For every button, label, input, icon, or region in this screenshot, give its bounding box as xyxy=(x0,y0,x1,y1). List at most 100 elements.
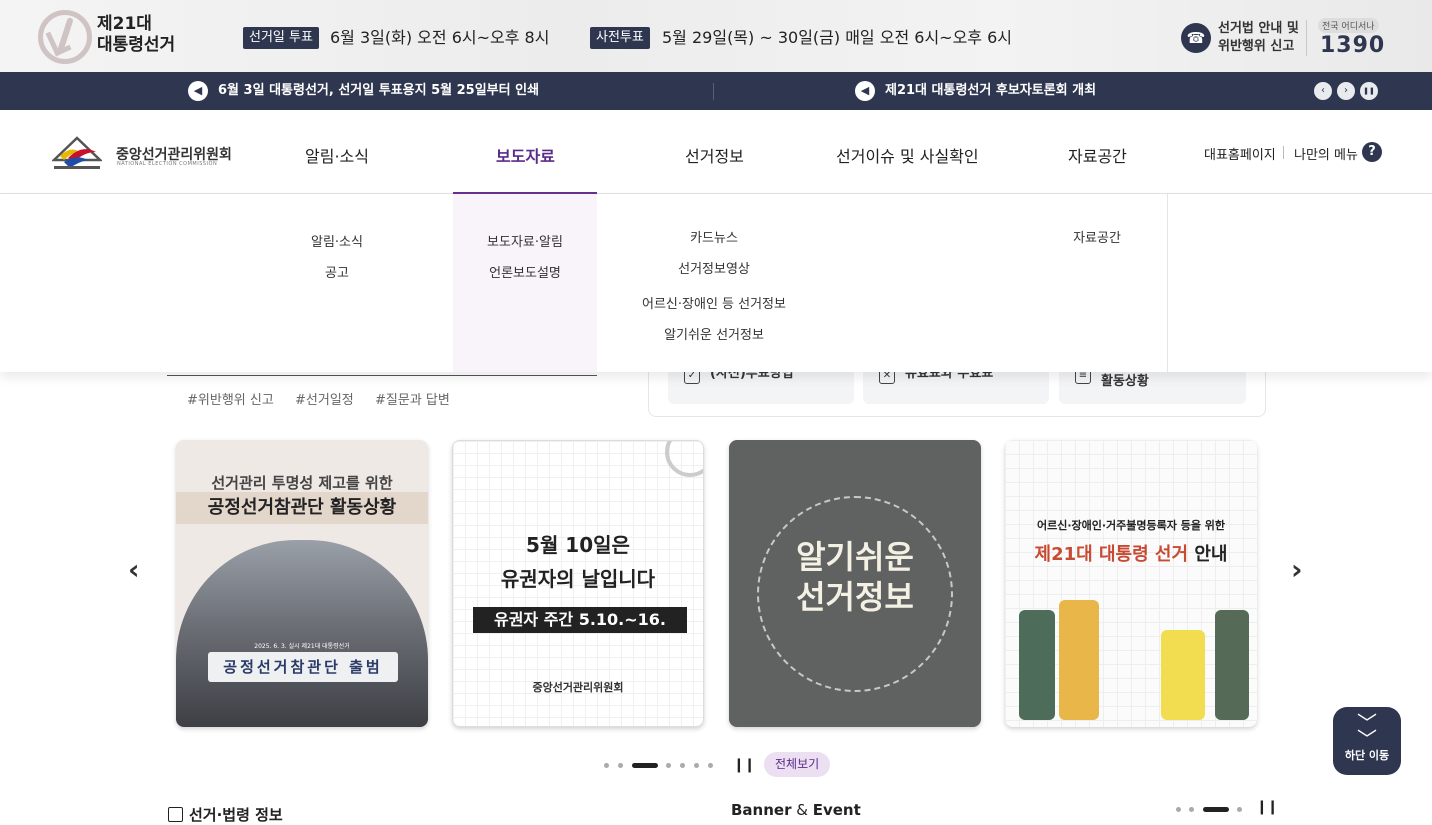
notice-item[interactable]: ◀ 6월 3일 대통령선거, 선거일 투표용지 5월 25일부터 인쇄 xyxy=(188,80,539,102)
person-illustration xyxy=(1019,610,1055,720)
hashtag-link[interactable]: #선거일정 xyxy=(295,389,354,408)
quick-link-label: 활동상황 xyxy=(1101,374,1149,389)
election-day-text: 6월 3일(화) 오전 6시~오후 8시 xyxy=(330,28,550,47)
person-illustration xyxy=(1215,610,1249,720)
hashtag-link[interactable]: #질문과 답변 xyxy=(375,389,450,408)
notice-text: 6월 3일 대통령선거, 선거일 투표용지 5월 25일부터 인쇄 xyxy=(218,83,540,98)
pagination-dot-active[interactable] xyxy=(1203,807,1229,812)
card-title: 제21대 대통령 선거 안내 xyxy=(1005,540,1257,566)
notice-text: 제21대 대통령선거 후보자토론회 개최 xyxy=(885,83,1097,98)
pagination-dot[interactable] xyxy=(680,763,685,768)
hashtag-link[interactable]: #위반행위 신고 xyxy=(187,389,274,408)
card-title: 선거정보 xyxy=(796,578,914,616)
election-title[interactable]: 제21대 대통령선거 xyxy=(97,14,175,56)
pagination-dot[interactable] xyxy=(618,763,623,768)
notice-ticker: ◀ 6월 3일 대통령선거, 선거일 투표용지 5월 25일부터 인쇄 ◀ 제21대… xyxy=(0,72,1432,110)
speaker-icon: ◀ xyxy=(855,80,875,101)
pagination-dot-active[interactable] xyxy=(632,763,658,768)
divider xyxy=(1306,20,1307,56)
carousel-card[interactable]: 5월 10일은 유권자의 날입니다 유권자 주간 5.10.~16. 중앙선거관… xyxy=(452,440,704,727)
main-homepage-link[interactable]: 대표홈페이지 xyxy=(1204,144,1276,163)
submenu-item[interactable]: 자료공간 xyxy=(1073,227,1121,246)
person-illustration xyxy=(1161,630,1205,720)
menu-issues[interactable]: 선거이슈 및 사실확인 xyxy=(836,143,979,167)
banner-event-title: Banner & Event xyxy=(731,801,861,819)
menu-archive[interactable]: 자료공간 xyxy=(1068,143,1127,167)
early-vote-tag: 사전투표 xyxy=(590,27,650,49)
person-illustration xyxy=(1059,600,1099,720)
pagination-dot[interactable] xyxy=(666,763,671,768)
card-caption: 2025. 6. 3. 실시 제21대 대통령선거 xyxy=(254,643,350,650)
chevron-double-down-icon: ﹀ ﹀ xyxy=(1357,711,1377,751)
help-icon[interactable]: ? xyxy=(1362,142,1382,162)
banner-pause-icon[interactable]: ❙❙ xyxy=(1256,799,1278,815)
carousel-card[interactable]: 알기쉬운 선거정보 xyxy=(729,440,981,727)
menu-news[interactable]: 알림·소식 xyxy=(305,143,369,167)
my-menu-link[interactable]: 나만의 메뉴 xyxy=(1294,144,1358,163)
logo-subtext: NATIONAL ELECTION COMMISSION xyxy=(117,161,218,167)
submenu-item[interactable]: 보도자료·알림 xyxy=(487,231,563,250)
main-navigation: 중앙선거관리위원회 NATIONAL ELECTION COMMISSION 알… xyxy=(0,110,1432,194)
notice-item[interactable]: ◀ 제21대 대통령선거 후보자토론회 개최 xyxy=(855,80,1096,102)
carousel-card[interactable]: 어르신·장애인·거주불명등록자 등을 위한 제21대 대통령 선거 안내 xyxy=(1005,440,1257,727)
early-vote-text: 5월 29일(목) ~ 30일(금) 매일 오전 6시~오후 6시 xyxy=(662,28,1013,47)
pagination-dot[interactable] xyxy=(1176,807,1181,812)
submenu-item[interactable]: 카드뉴스 xyxy=(690,227,738,246)
active-column-highlight xyxy=(453,194,597,372)
call-line1: 선거법 안내 및 xyxy=(1218,21,1299,36)
copy-icon xyxy=(168,807,183,822)
notice-prev-button[interactable]: ‹ xyxy=(1314,82,1332,100)
section-title-amp: & xyxy=(791,801,813,819)
carousel-next-icon[interactable]: › xyxy=(1291,553,1303,586)
scroll-bottom-button[interactable]: ﹀ ﹀ 하단 이동 xyxy=(1333,707,1401,775)
pagination-dot[interactable] xyxy=(694,763,699,768)
card-subtitle: 선거관리 투명성 제고를 위한 xyxy=(211,474,393,492)
election-title-line2: 대통령선거 xyxy=(97,35,176,55)
submenu-item[interactable]: 어르신·장애인 등 선거정보 xyxy=(642,293,786,312)
scroll-bottom-label: 하단 이동 xyxy=(1344,749,1390,762)
law-info-title: 선거·법령 정보 xyxy=(168,804,283,825)
pagination-dot[interactable] xyxy=(1237,807,1242,812)
menu-election-info[interactable]: 선거정보 xyxy=(685,143,744,167)
search-underline xyxy=(167,375,597,376)
card-title-highlight: 제21대 대통령 선거 xyxy=(1034,544,1189,565)
submenu-item[interactable]: 선거정보영상 xyxy=(678,258,750,277)
mega-menu-dropdown: 알림·소식 공고 보도자료·알림 언론보도설명 카드뉴스 선거정보영상 어르신·… xyxy=(0,194,1432,372)
card-title-rest: 안내 xyxy=(1188,544,1228,565)
carousel-pause-icon[interactable]: ❙❙ xyxy=(733,757,755,773)
pagination-dot[interactable] xyxy=(708,763,713,768)
pagination-dot[interactable] xyxy=(1189,807,1194,812)
menu-press[interactable]: 보도자료 xyxy=(496,143,555,167)
carousel-prev-icon[interactable]: ‹ xyxy=(128,553,140,586)
nec-logo-icon[interactable] xyxy=(52,132,102,172)
submenu-item[interactable]: 알림·소식 xyxy=(311,231,363,250)
section-title-part: Event xyxy=(812,801,861,819)
notice-pause-button[interactable]: ❚❚ xyxy=(1360,82,1378,100)
section-title-part: Banner xyxy=(731,801,792,819)
submenu-item[interactable]: 알기쉬운 선거정보 xyxy=(664,324,764,343)
submenu-item[interactable]: 공고 xyxy=(325,262,349,281)
card-logo-text: 중앙선거관리위원회 xyxy=(532,681,624,694)
call-center-label: 선거법 안내 및 위반행위 신고 xyxy=(1218,20,1299,56)
submenu-item[interactable]: 언론보도설명 xyxy=(489,262,561,281)
divider xyxy=(1283,146,1284,159)
view-all-button[interactable]: 전체보기 xyxy=(764,752,831,777)
active-menu-indicator xyxy=(453,192,597,194)
divider xyxy=(1167,194,1168,372)
call-number[interactable]: 1390 xyxy=(1320,33,1385,58)
ballot-mark-icon xyxy=(665,441,703,477)
section-title-text: 선거·법령 정보 xyxy=(189,806,283,824)
carousel-card[interactable]: 선거관리 투명성 제고를 위한 공정선거참관단 활동상황 2025. 6. 3.… xyxy=(176,440,428,727)
card-title: 유권자의 날입니다 xyxy=(500,567,656,591)
phone-icon: ☎ xyxy=(1181,23,1211,53)
card-title: 공정선거참관단 활동상황 xyxy=(176,492,428,524)
divider xyxy=(713,83,714,100)
call-line2: 위반행위 신고 xyxy=(1218,39,1295,54)
election-day-tag: 선거일 투표 xyxy=(243,27,319,49)
pagination-dot[interactable] xyxy=(604,763,609,768)
election-title-line1: 제21대 xyxy=(97,14,152,34)
ballot-mark-icon xyxy=(38,10,92,64)
card-banner-text: 공정선거참관단 출범 xyxy=(208,652,398,682)
card-date-bar: 유권자 주간 5.10.~16. xyxy=(473,607,687,633)
notice-next-button[interactable]: › xyxy=(1337,82,1355,100)
